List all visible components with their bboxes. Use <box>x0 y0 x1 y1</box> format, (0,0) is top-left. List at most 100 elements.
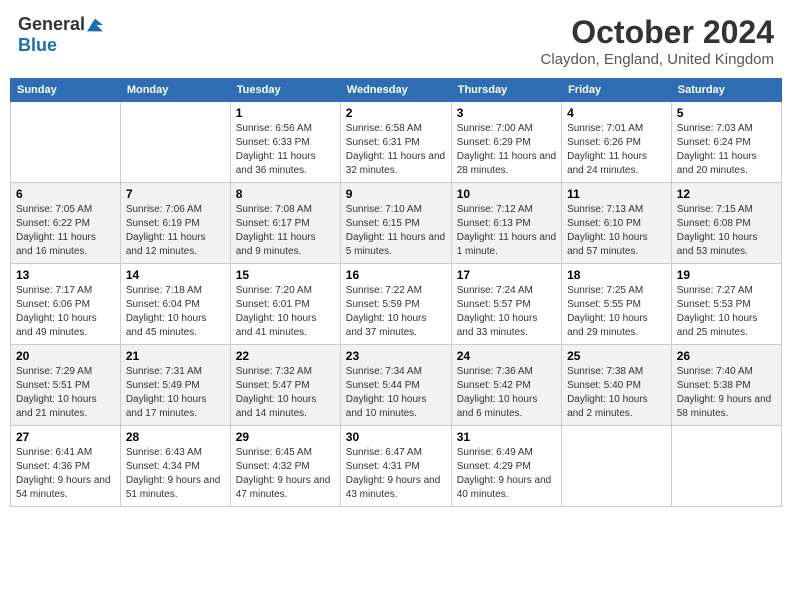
day-number: 9 <box>346 187 446 201</box>
day-of-week-header: Friday <box>562 79 672 102</box>
day-info: Sunrise: 7:29 AM Sunset: 5:51 PM Dayligh… <box>16 365 115 421</box>
calendar-week-row: 1 Sunrise: 6:56 AM Sunset: 6:33 PM Daylig… <box>11 102 782 183</box>
calendar-day-cell: 21Sunrise: 7:31 AM Sunset: 5:49 PM Dayli… <box>120 345 230 426</box>
calendar-day-cell: 19 Sunrise: 7:27 AM Sunset: 5:53 PM Dayli… <box>671 264 781 345</box>
calendar-day-cell: 9 Sunrise: 7:10 AM Sunset: 6:15 PM Daylig… <box>340 183 451 264</box>
calendar-header-row: SundayMondayTuesdayWednesdayThursdayFrid… <box>11 79 782 102</box>
calendar-empty-cell <box>562 426 672 507</box>
day-number: 3 <box>457 106 556 120</box>
day-info: Sunrise: 7:20 AM Sunset: 6:01 PM Dayligh… <box>236 284 335 340</box>
day-of-week-header: Monday <box>120 79 230 102</box>
day-number: 18 <box>567 268 666 282</box>
day-info: Sunrise: 7:13 AM Sunset: 6:10 PM Dayligh… <box>567 203 666 259</box>
day-info: Sunrise: 7:00 AM Sunset: 6:29 PM Dayligh… <box>457 122 556 178</box>
day-number: 25 <box>567 349 666 363</box>
day-number: 19 <box>677 268 776 282</box>
day-info: Sunrise: 7:36 AM Sunset: 5:42 PM Dayligh… <box>457 365 556 421</box>
day-number: 8 <box>236 187 335 201</box>
day-of-week-header: Wednesday <box>340 79 451 102</box>
calendar-table: SundayMondayTuesdayWednesdayThursdayFrid… <box>10 78 782 507</box>
day-number: 29 <box>236 430 335 444</box>
calendar-day-cell: 23 Sunrise: 7:34 AM Sunset: 5:44 PM Dayli… <box>340 345 451 426</box>
calendar-day-cell: 12Sunrise: 7:15 AM Sunset: 6:08 PM Dayli… <box>671 183 781 264</box>
day-info: Sunrise: 6:56 AM Sunset: 6:33 PM Dayligh… <box>236 122 335 178</box>
location-text: Claydon, England, United Kingdom <box>541 51 774 68</box>
calendar-empty-cell <box>120 102 230 183</box>
calendar-day-cell: 16 Sunrise: 7:22 AM Sunset: 5:59 PM Dayli… <box>340 264 451 345</box>
calendar-day-cell: 31Sunrise: 6:49 AM Sunset: 4:29 PM Dayli… <box>451 426 561 507</box>
day-info: Sunrise: 7:22 AM Sunset: 5:59 PM Dayligh… <box>346 284 446 340</box>
day-info: Sunrise: 7:18 AM Sunset: 6:04 PM Dayligh… <box>126 284 225 340</box>
day-info: Sunrise: 7:05 AM Sunset: 6:22 PM Dayligh… <box>16 203 115 259</box>
day-number: 1 <box>236 106 335 120</box>
day-number: 24 <box>457 349 556 363</box>
calendar-day-cell: 30 Sunrise: 6:47 AM Sunset: 4:31 PM Dayli… <box>340 426 451 507</box>
day-info: Sunrise: 7:27 AM Sunset: 5:53 PM Dayligh… <box>677 284 776 340</box>
day-number: 20 <box>16 349 115 363</box>
calendar-day-cell: 28Sunrise: 6:43 AM Sunset: 4:34 PM Dayli… <box>120 426 230 507</box>
day-number: 30 <box>346 430 446 444</box>
calendar-day-cell: 20 Sunrise: 7:29 AM Sunset: 5:51 PM Dayli… <box>11 345 121 426</box>
day-info: Sunrise: 7:25 AM Sunset: 5:55 PM Dayligh… <box>567 284 666 340</box>
day-number: 14 <box>126 268 225 282</box>
calendar-day-cell: 1 Sunrise: 6:56 AM Sunset: 6:33 PM Daylig… <box>230 102 340 183</box>
day-info: Sunrise: 6:45 AM Sunset: 4:32 PM Dayligh… <box>236 446 335 502</box>
day-of-week-header: Tuesday <box>230 79 340 102</box>
calendar-day-cell: 11 Sunrise: 7:13 AM Sunset: 6:10 PM Dayli… <box>562 183 672 264</box>
logo-blue-text: Blue <box>18 35 57 56</box>
calendar-day-cell: 8 Sunrise: 7:08 AM Sunset: 6:17 PM Daylig… <box>230 183 340 264</box>
day-number: 4 <box>567 106 666 120</box>
day-number: 5 <box>677 106 776 120</box>
calendar-week-row: 27Sunrise: 6:41 AM Sunset: 4:36 PM Dayli… <box>11 426 782 507</box>
calendar-day-cell: 5 Sunrise: 7:03 AM Sunset: 6:24 PM Daylig… <box>671 102 781 183</box>
day-info: Sunrise: 6:47 AM Sunset: 4:31 PM Dayligh… <box>346 446 446 502</box>
day-number: 6 <box>16 187 115 201</box>
calendar-day-cell: 13Sunrise: 7:17 AM Sunset: 6:06 PM Dayli… <box>11 264 121 345</box>
day-info: Sunrise: 6:58 AM Sunset: 6:31 PM Dayligh… <box>346 122 446 178</box>
day-info: Sunrise: 7:08 AM Sunset: 6:17 PM Dayligh… <box>236 203 335 259</box>
calendar-day-cell: 15 Sunrise: 7:20 AM Sunset: 6:01 PM Dayli… <box>230 264 340 345</box>
calendar-week-row: 6 Sunrise: 7:05 AM Sunset: 6:22 PM Daylig… <box>11 183 782 264</box>
day-number: 10 <box>457 187 556 201</box>
logo-bird-icon <box>87 18 103 32</box>
day-info: Sunrise: 7:34 AM Sunset: 5:44 PM Dayligh… <box>346 365 446 421</box>
day-info: Sunrise: 7:06 AM Sunset: 6:19 PM Dayligh… <box>126 203 225 259</box>
calendar-day-cell: 7 Sunrise: 7:06 AM Sunset: 6:19 PM Daylig… <box>120 183 230 264</box>
day-number: 31 <box>457 430 556 444</box>
calendar-day-cell: 10Sunrise: 7:12 AM Sunset: 6:13 PM Dayli… <box>451 183 561 264</box>
calendar-week-row: 13Sunrise: 7:17 AM Sunset: 6:06 PM Dayli… <box>11 264 782 345</box>
day-info: Sunrise: 6:43 AM Sunset: 4:34 PM Dayligh… <box>126 446 225 502</box>
day-number: 15 <box>236 268 335 282</box>
calendar-day-cell: 3 Sunrise: 7:00 AM Sunset: 6:29 PM Daylig… <box>451 102 561 183</box>
day-info: Sunrise: 7:40 AM Sunset: 5:38 PM Dayligh… <box>677 365 776 421</box>
day-of-week-header: Saturday <box>671 79 781 102</box>
calendar-empty-cell <box>11 102 121 183</box>
day-number: 23 <box>346 349 446 363</box>
day-number: 27 <box>16 430 115 444</box>
day-number: 7 <box>126 187 225 201</box>
calendar-day-cell: 26 Sunrise: 7:40 AM Sunset: 5:38 PM Dayli… <box>671 345 781 426</box>
calendar-day-cell: 2 Sunrise: 6:58 AM Sunset: 6:31 PM Daylig… <box>340 102 451 183</box>
day-number: 12 <box>677 187 776 201</box>
day-number: 17 <box>457 268 556 282</box>
day-number: 2 <box>346 106 446 120</box>
day-info: Sunrise: 7:10 AM Sunset: 6:15 PM Dayligh… <box>346 203 446 259</box>
day-of-week-header: Thursday <box>451 79 561 102</box>
calendar-week-row: 20 Sunrise: 7:29 AM Sunset: 5:51 PM Dayli… <box>11 345 782 426</box>
day-number: 11 <box>567 187 666 201</box>
calendar-day-cell: 29 Sunrise: 6:45 AM Sunset: 4:32 PM Dayli… <box>230 426 340 507</box>
day-info: Sunrise: 7:38 AM Sunset: 5:40 PM Dayligh… <box>567 365 666 421</box>
day-info: Sunrise: 7:01 AM Sunset: 6:26 PM Dayligh… <box>567 122 666 178</box>
calendar-day-cell: 6 Sunrise: 7:05 AM Sunset: 6:22 PM Daylig… <box>11 183 121 264</box>
day-info: Sunrise: 7:17 AM Sunset: 6:06 PM Dayligh… <box>16 284 115 340</box>
logo-general-text: General <box>18 14 85 35</box>
day-number: 26 <box>677 349 776 363</box>
day-number: 16 <box>346 268 446 282</box>
day-number: 21 <box>126 349 225 363</box>
day-info: Sunrise: 7:32 AM Sunset: 5:47 PM Dayligh… <box>236 365 335 421</box>
calendar-day-cell: 24 Sunrise: 7:36 AM Sunset: 5:42 PM Dayli… <box>451 345 561 426</box>
day-info: Sunrise: 7:03 AM Sunset: 6:24 PM Dayligh… <box>677 122 776 178</box>
logo: General Blue <box>18 14 103 56</box>
calendar-day-cell: 27Sunrise: 6:41 AM Sunset: 4:36 PM Dayli… <box>11 426 121 507</box>
day-number: 22 <box>236 349 335 363</box>
